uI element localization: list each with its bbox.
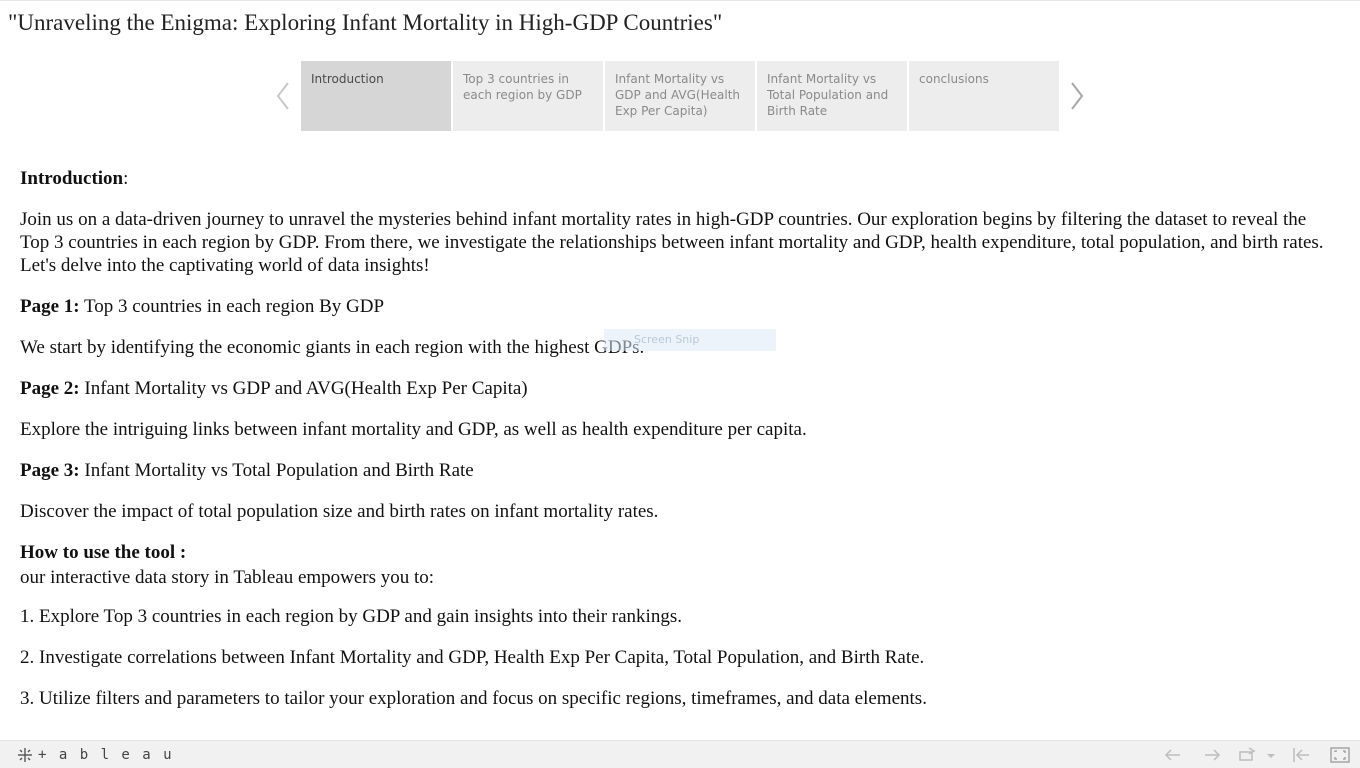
redo-icon xyxy=(1205,749,1221,761)
story-point-gdp-health-exp[interactable]: Infant Mortality vs GDP and AVG(Health E… xyxy=(605,61,755,131)
screen-snip-overlay: Screen Snip xyxy=(604,329,776,351)
howto-heading: How to use the tool : xyxy=(20,542,187,563)
page-title: "Unraveling the Enigma: Exploring Infant… xyxy=(8,10,723,35)
fullscreen-button[interactable] xyxy=(1329,745,1351,765)
text-content: Introduction: Join us on a data-driven j… xyxy=(20,165,1330,710)
undo-button[interactable] xyxy=(1162,745,1184,765)
chevron-left-icon xyxy=(276,82,289,110)
revert-all-icon xyxy=(1293,748,1309,762)
page3-title: Infant Mortality vs Total Population and… xyxy=(79,460,474,481)
top-rule xyxy=(0,0,1360,1)
revert-button[interactable] xyxy=(1237,745,1259,765)
story-navigator: Introduction Top 3 countries in each reg… xyxy=(301,61,1059,131)
howto-heading-line: How to use the tool : xyxy=(20,541,1330,564)
story-point-population-birth-rate[interactable]: Infant Mortality vs Total Population and… xyxy=(757,61,907,131)
next-story-point-button[interactable] xyxy=(1069,80,1085,112)
undo-icon xyxy=(1164,749,1180,761)
tableau-wordmark: + a b l e a u xyxy=(38,747,174,763)
tableau-toolbar: + a b l e a u xyxy=(0,740,1360,768)
page2-line: Page 2: Infant Mortality vs GDP and AVG(… xyxy=(20,377,1330,400)
page2-label: Page 2: xyxy=(20,378,80,399)
page2-title: Infant Mortality vs GDP and AVG(Health E… xyxy=(79,378,528,399)
tableau-logo[interactable]: + a b l e a u xyxy=(16,746,174,764)
story-point-top3-countries[interactable]: Top 3 countries in each region by GDP xyxy=(453,61,603,131)
page3-label: Page 3: xyxy=(20,460,80,481)
intro-colon: : xyxy=(123,168,129,189)
story-point-conclusions[interactable]: conclusions xyxy=(909,61,1059,131)
step-3: 3. Utilize filters and parameters to tai… xyxy=(20,688,927,709)
redo-button[interactable] xyxy=(1201,745,1223,765)
page3-line: Page 3: Infant Mortality vs Total Popula… xyxy=(20,459,1330,482)
page3-description: Discover the impact of total population … xyxy=(20,501,659,522)
revert-dropdown-button[interactable] xyxy=(1264,745,1278,765)
dropdown-icon xyxy=(1267,754,1275,758)
story-point-introduction[interactable]: Introduction xyxy=(301,61,451,131)
fullscreen-icon xyxy=(1330,747,1350,763)
intro-heading: Introduction xyxy=(20,168,124,189)
page2-description: Explore the intriguing links between inf… xyxy=(20,419,807,440)
revert-all-button[interactable] xyxy=(1290,745,1312,765)
tableau-logo-icon xyxy=(18,748,32,762)
revert-icon xyxy=(1239,747,1256,761)
step-1: 1. Explore Top 3 countries in each regio… xyxy=(20,606,682,627)
intro-body: Join us on a data-driven journey to unra… xyxy=(20,209,1324,276)
page1-line: Page 1: Top 3 countries in each region B… xyxy=(20,295,1330,318)
page1-title: Top 3 countries in each region By GDP xyxy=(79,296,385,317)
step-2: 2. Investigate correlations between Infa… xyxy=(20,647,925,668)
intro-heading-line: Introduction: xyxy=(20,167,1330,190)
page1-label: Page 1: xyxy=(20,296,80,317)
previous-story-point-button[interactable] xyxy=(275,80,291,112)
chevron-right-icon xyxy=(1071,82,1084,110)
howto-intro: our interactive data story in Tableau em… xyxy=(20,567,435,588)
